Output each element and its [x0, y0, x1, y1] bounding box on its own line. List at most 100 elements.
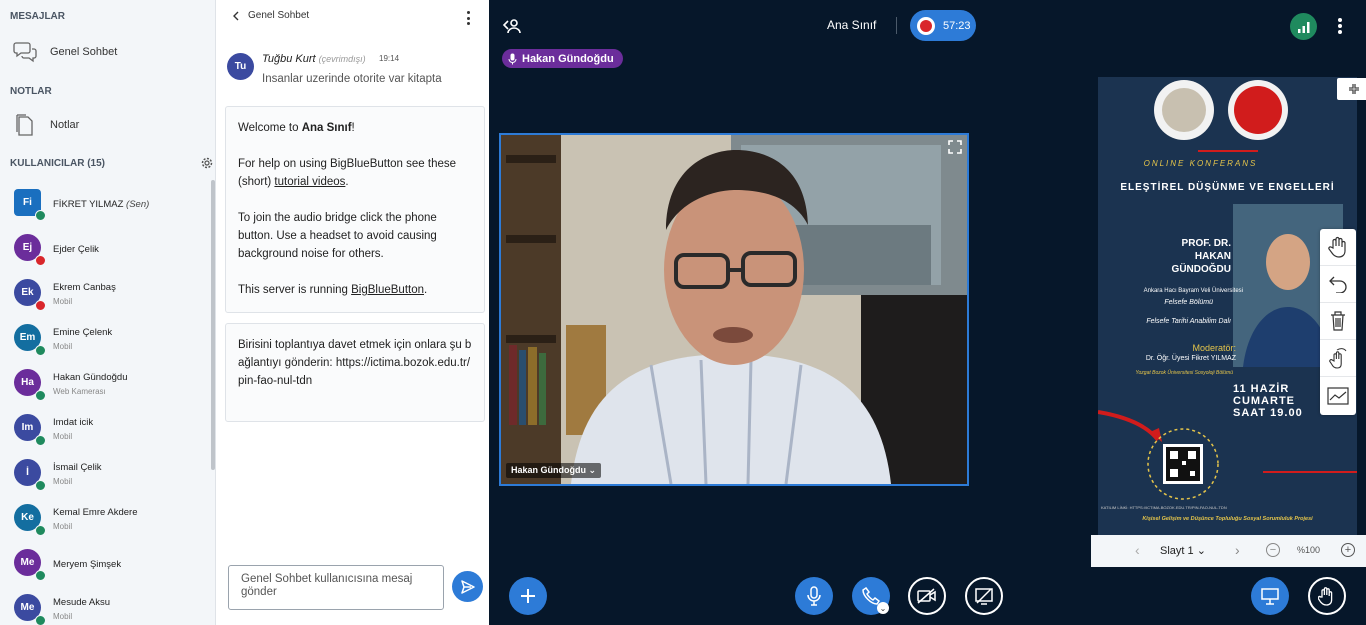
actions-button[interactable] [509, 577, 547, 615]
chat-title: Genel Sohbet [248, 10, 310, 21]
options-menu-icon[interactable] [1335, 16, 1345, 36]
plus-icon [521, 589, 535, 603]
message-text: Insanlar uzerinde otorite var kitapta [262, 73, 442, 85]
whiteboard-toolbar [1320, 229, 1356, 415]
raise-hand-button[interactable] [1308, 577, 1346, 615]
audio-status-badge-icon [35, 390, 46, 401]
audio-status-badge-icon [35, 255, 46, 266]
presentation-controls: ‹ Slayt 1 ⌄ › − %100 + [1091, 535, 1366, 567]
talking-user-name: Hakan Gündoğdu [522, 52, 614, 65]
user-status: Mobil [53, 477, 73, 486]
video-user-name[interactable]: Hakan Gündoğdu ⌄ [506, 463, 602, 478]
chat-panel: Genel Sohbet Tu Tuğbu Kurt (çevrimdışı) … [216, 0, 489, 625]
user-list-item[interactable]: Ke Kemal Emre Akdere Mobil [0, 497, 205, 541]
user-list-scrollbar[interactable] [211, 180, 215, 470]
next-slide-icon[interactable]: › [1235, 542, 1240, 558]
chat-options-icon[interactable] [466, 11, 470, 25]
chat-message-input[interactable]: Genel Sohbet kullanıcısına mesaj gönder [228, 565, 444, 610]
messages-section-title: MESAJLAR [10, 11, 66, 22]
user-name: Mesude Aksu [53, 597, 111, 608]
screen-share-off-icon [975, 588, 993, 605]
main-stage: Ana Sınıf 57:23 Hakan Gündoğdu Hakan Gün… [489, 0, 1366, 625]
signal-bars-icon [1297, 21, 1309, 33]
mute-microphone-button[interactable] [795, 577, 833, 615]
zoom-in-icon[interactable]: + [1341, 543, 1355, 557]
user-list-sidebar: MESAJLAR Genel Sohbet NOTLAR Notlar KULL… [0, 0, 216, 625]
tutorial-videos-link[interactable]: tutorial videos [274, 176, 345, 188]
user-list-item[interactable]: Em Emine Çelenk Mobil [0, 317, 205, 361]
chat-bubbles-icon [0, 41, 50, 63]
user-list: Fi FİKRET YILMAZ (Sen) Ej Ejder Çelik Ek Ekre… [0, 180, 212, 625]
audio-status-badge-icon [35, 435, 46, 446]
user-name: Ejder Çelik [53, 244, 99, 255]
recording-indicator[interactable]: 57:23 [910, 10, 976, 41]
chevron-left-icon [233, 11, 239, 20]
multi-user-tool[interactable] [1320, 340, 1356, 377]
connection-status-button[interactable] [1290, 13, 1317, 40]
user-list-item[interactable]: Me Meryem Şimşek [0, 542, 205, 586]
user-list-item[interactable]: Ek Ekrem Canbaş Mobil [0, 272, 205, 316]
previous-slide-icon[interactable]: ‹ [1135, 542, 1140, 558]
bigbluebutton-link[interactable]: BigBlueButton [351, 284, 424, 296]
zoom-out-icon[interactable]: − [1266, 543, 1280, 557]
user-list-item[interactable]: Ha Hakan Gündoğdu Web Kamerası [0, 362, 205, 406]
gear-icon[interactable] [200, 156, 214, 170]
slide-title: ELEŞTİREL DÜŞÜNME VE ENGELLERİ [1120, 182, 1335, 193]
slide-speaker: PROF. DR. HAKAN GÜNDOĞDU [1171, 238, 1231, 275]
recording-time: 57:23 [943, 19, 971, 32]
presentation-slide[interactable]: ONLINE KONFERANS ELEŞTİREL DÜŞÜNME VE EN… [1098, 77, 1357, 535]
slide-department1: Felsefe Bölümü [1164, 299, 1213, 306]
minimize-presentation-button[interactable] [1337, 78, 1366, 100]
user-name: Emine Çelenk [53, 327, 113, 338]
chat-header-back[interactable]: Genel Sohbet [232, 10, 309, 21]
slide-footer: Kişisel Gelişim ve Düşünce Topluluğu Sos… [1142, 516, 1313, 522]
audio-status-badge-icon [35, 210, 46, 221]
hand-icon [1328, 236, 1346, 258]
user-status: Web Kamerası [53, 387, 106, 396]
delete-tool[interactable] [1320, 303, 1356, 340]
user-name: Meryem Şimşek [53, 559, 122, 570]
undo-icon [1329, 276, 1347, 293]
audio-options-chevron-icon[interactable]: ⌄ [877, 602, 889, 614]
user-list-item[interactable]: İ İsmail Çelik Mobil [0, 452, 205, 496]
share-screen-button[interactable] [965, 577, 1003, 615]
hand-tool[interactable] [1320, 229, 1356, 266]
notes-label: Notlar [50, 119, 80, 131]
slide-department2: Felsefe Tarihi Anabilim Dalı [1146, 318, 1231, 325]
hand-icon [1318, 587, 1333, 606]
undo-tool[interactable] [1320, 266, 1356, 303]
send-button[interactable] [452, 571, 483, 602]
public-chat-label: Genel Sohbet [50, 46, 118, 58]
slide-graphic [1098, 77, 1357, 535]
notes-section-title: NOTLAR [10, 86, 52, 97]
user-list-toggle-icon [502, 19, 521, 34]
user-status: Mobil [53, 297, 73, 306]
webcam-video[interactable]: Hakan Gündoğdu ⌄ [499, 133, 969, 486]
microphone-icon [807, 586, 821, 606]
chart-tool[interactable] [1320, 377, 1356, 414]
user-list-item[interactable]: Fi FİKRET YILMAZ (Sen) [0, 182, 205, 226]
multi-user-hand-icon [1329, 348, 1347, 369]
slide-university: Ankara Hacı Bayram Veli Üniversitesi [1143, 288, 1243, 294]
leave-audio-button[interactable]: ⌄ [852, 577, 890, 615]
talking-indicator: Hakan Gündoğdu [502, 49, 623, 68]
notes-nav-item[interactable]: Notlar [0, 107, 215, 143]
presentation-toggle-button[interactable] [1251, 577, 1289, 615]
trash-icon [1331, 311, 1345, 331]
slide-selector[interactable]: Slayt 1 ⌄ [1160, 544, 1206, 557]
public-chat-nav-item[interactable]: Genel Sohbet [0, 34, 215, 70]
message-time: 19:14 [379, 54, 400, 63]
user-list-item[interactable]: Im Imdat icik Mobil [0, 407, 205, 451]
audio-status-badge-icon [35, 480, 46, 491]
user-status: Mobil [53, 432, 73, 441]
toggle-userlist-button[interactable] [501, 16, 523, 36]
fullscreen-icon[interactable] [947, 139, 963, 155]
webcam-feed-image [501, 135, 967, 484]
share-webcam-button[interactable] [908, 577, 946, 615]
message-author: Tuğbu Kurt (çevrimdışı) [262, 53, 366, 65]
user-list-item[interactable]: Me Mesude Aksu Mobil [0, 587, 205, 625]
document-icon [0, 113, 50, 137]
audio-status-badge-icon [35, 345, 46, 356]
user-list-item[interactable]: Ej Ejder Çelik [0, 227, 205, 271]
message-author-status: (çevrimdışı) [318, 54, 366, 64]
